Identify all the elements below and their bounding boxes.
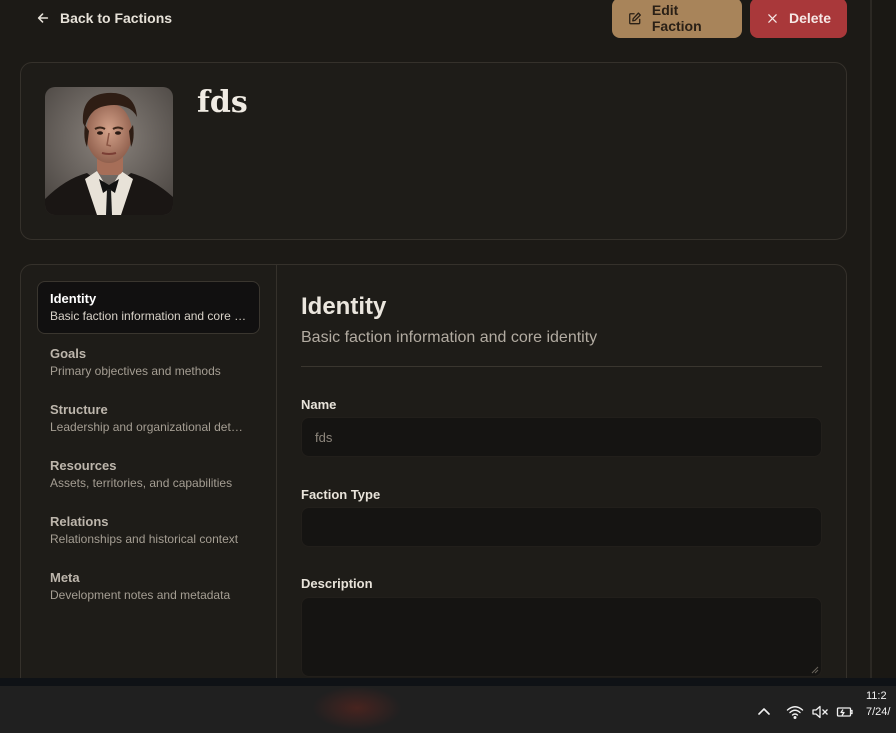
faction-name-heading: fds: [197, 85, 248, 120]
arrow-left-icon: [37, 13, 49, 23]
volume-muted-icon: [812, 705, 828, 719]
back-label: Back to Factions: [60, 10, 173, 26]
wifi-icon: [786, 706, 804, 719]
taskbar-app-icon[interactable]: [312, 686, 402, 730]
faction-detail-page: Back to Factions Edit Faction Delete fds…: [0, 0, 870, 678]
delete-label: Delete: [788, 10, 831, 26]
nav-item-description: Relationships and historical context: [50, 532, 239, 546]
battery-button[interactable]: [836, 700, 854, 724]
faction-type-field[interactable]: [301, 507, 822, 547]
section-nav: Identity Basic faction information and c…: [21, 265, 277, 678]
description-textarea[interactable]: [301, 597, 822, 677]
volume-button[interactable]: [811, 700, 829, 724]
nav-item-resources[interactable]: Resources Assets, territories, and capab…: [37, 448, 260, 502]
nav-item-title: Identity: [50, 291, 97, 306]
name-field[interactable]: fds: [301, 417, 822, 457]
nav-item-description: Primary objectives and methods: [50, 364, 221, 378]
nav-item-title: Resources: [50, 458, 117, 473]
nav-item-description: Assets, territories, and capabilities: [50, 476, 233, 490]
nav-item-identity[interactable]: Identity Basic faction information and c…: [37, 281, 260, 334]
resize-grip-icon[interactable]: [811, 666, 819, 674]
back-to-factions-link[interactable]: Back to Factions: [36, 8, 172, 28]
page-scrollbar[interactable]: [870, 0, 896, 678]
nav-item-goals[interactable]: Goals Primary objectives and methods: [37, 336, 260, 390]
nav-item-title: Meta: [50, 570, 80, 585]
clock-date: 7/24/: [866, 706, 891, 718]
taskbar-clock[interactable]: 11:2 7/24/: [866, 688, 896, 720]
clock-time: 11:2: [866, 690, 887, 702]
nav-item-structure[interactable]: Structure Leadership and organizational …: [37, 392, 260, 446]
faction-portrait: [45, 87, 173, 215]
faction-type-label: Faction Type: [301, 487, 381, 502]
wifi-button[interactable]: [786, 700, 804, 724]
nav-item-title: Structure: [50, 402, 108, 417]
section-title: Identity: [301, 293, 387, 320]
edit-faction-button[interactable]: Edit Faction: [612, 0, 742, 38]
nav-item-title: Goals: [50, 346, 87, 361]
nav-item-relations[interactable]: Relations Relationships and historical c…: [37, 504, 260, 558]
edit-icon: [629, 11, 641, 24]
taskbar-top-edge: [0, 678, 896, 686]
show-hidden-icons-button[interactable]: [756, 700, 772, 724]
nav-item-description: Development notes and metadata: [50, 588, 231, 602]
edit-faction-label: Edit Faction: [651, 2, 702, 34]
chevron-up-icon: [758, 708, 770, 715]
battery-charging-icon: [836, 707, 853, 717]
nav-item-description: Basic faction information and core ident…: [50, 309, 247, 323]
delete-button[interactable]: Delete: [750, 0, 847, 38]
name-label: Name: [301, 397, 337, 412]
faction-details-card: Identity Basic faction information and c…: [20, 264, 847, 678]
faction-header-card: fds: [20, 62, 847, 240]
description-label: Description: [301, 576, 373, 591]
divider: [301, 366, 822, 367]
nav-item-description: Leadership and organizational details: [50, 420, 247, 434]
nav-item-title: Relations: [50, 514, 109, 529]
nav-item-meta[interactable]: Meta Development notes and metadata: [37, 560, 260, 614]
close-icon: [768, 13, 777, 23]
section-description: Basic faction information and core ident…: [301, 329, 598, 346]
